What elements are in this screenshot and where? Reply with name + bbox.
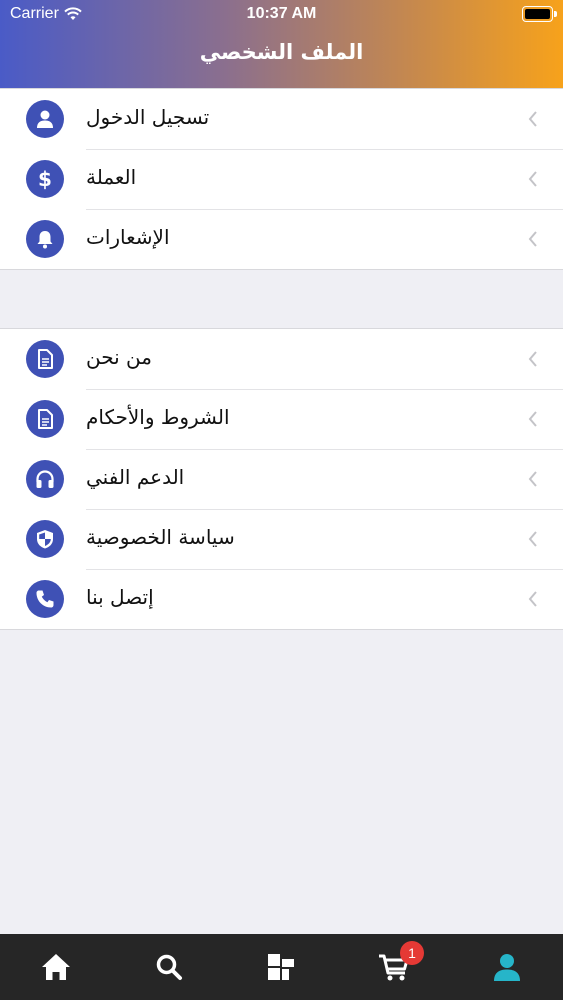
tab-cart[interactable]: 1: [338, 934, 450, 1000]
chevron-left-icon: [528, 111, 537, 127]
tab-search[interactable]: [113, 934, 225, 1000]
chevron-left-icon: [528, 231, 537, 247]
menu-item-label: الإشعارات: [86, 225, 170, 249]
menu-item-notifications[interactable]: الإشعارات: [0, 209, 563, 269]
chevron-left-icon: [528, 531, 537, 547]
menu-item-privacy[interactable]: سياسة الخصوصية: [0, 509, 563, 569]
menu-item-support[interactable]: الدعم الفني: [0, 449, 563, 509]
dollar-icon: $: [26, 160, 64, 198]
cart-badge: 1: [400, 941, 424, 965]
menu-item-terms[interactable]: الشروط والأحكام: [0, 389, 563, 449]
document-icon: [26, 340, 64, 378]
menu-item-login[interactable]: تسجيل الدخول: [0, 89, 563, 149]
page-title: الملف الشخصي: [199, 40, 364, 64]
home-icon: [42, 954, 70, 980]
menu-item-label: سياسة الخصوصية: [86, 525, 235, 549]
chevron-left-icon: [528, 591, 537, 607]
settings-group-info: من نحن الشروط والأحكام الدعم الفني سياسة…: [0, 328, 563, 630]
tab-home[interactable]: [0, 934, 112, 1000]
menu-item-label: الدعم الفني: [86, 465, 185, 489]
svg-text:$: $: [38, 168, 52, 190]
tab-bar: 1: [0, 934, 563, 1000]
shield-icon: [26, 520, 64, 558]
document-icon: [26, 400, 64, 438]
menu-item-currency[interactable]: $ العملة: [0, 149, 563, 209]
menu-item-label: الشروط والأحكام: [86, 405, 230, 429]
user-icon: [26, 100, 64, 138]
chevron-left-icon: [528, 471, 537, 487]
phone-icon: [26, 580, 64, 618]
tab-categories[interactable]: [225, 934, 337, 1000]
menu-item-label: إتصل بنا: [86, 585, 154, 609]
menu-item-about[interactable]: من نحن: [0, 329, 563, 389]
status-bar: Carrier 10:37 AM: [0, 0, 563, 30]
search-icon: [156, 954, 182, 980]
bell-icon: [26, 220, 64, 258]
chevron-left-icon: [528, 411, 537, 427]
status-time: 10:37 AM: [246, 5, 317, 22]
headphones-icon: [26, 460, 64, 498]
settings-group-account: تسجيل الدخول $ العملة الإشعارات: [0, 88, 563, 270]
tab-profile[interactable]: [451, 934, 563, 1000]
menu-item-contact[interactable]: إتصل بنا: [0, 569, 563, 629]
menu-item-label: العملة: [86, 165, 137, 189]
battery-icon: [522, 6, 557, 22]
profile-icon: [494, 954, 520, 981]
menu-item-label: تسجيل الدخول: [86, 105, 210, 129]
categories-icon: [268, 954, 294, 980]
chevron-left-icon: [528, 351, 537, 367]
menu-item-label: من نحن: [86, 345, 152, 369]
chevron-left-icon: [528, 171, 537, 187]
app-header: Carrier 10:37 AM الملف الشخصي: [0, 0, 563, 88]
